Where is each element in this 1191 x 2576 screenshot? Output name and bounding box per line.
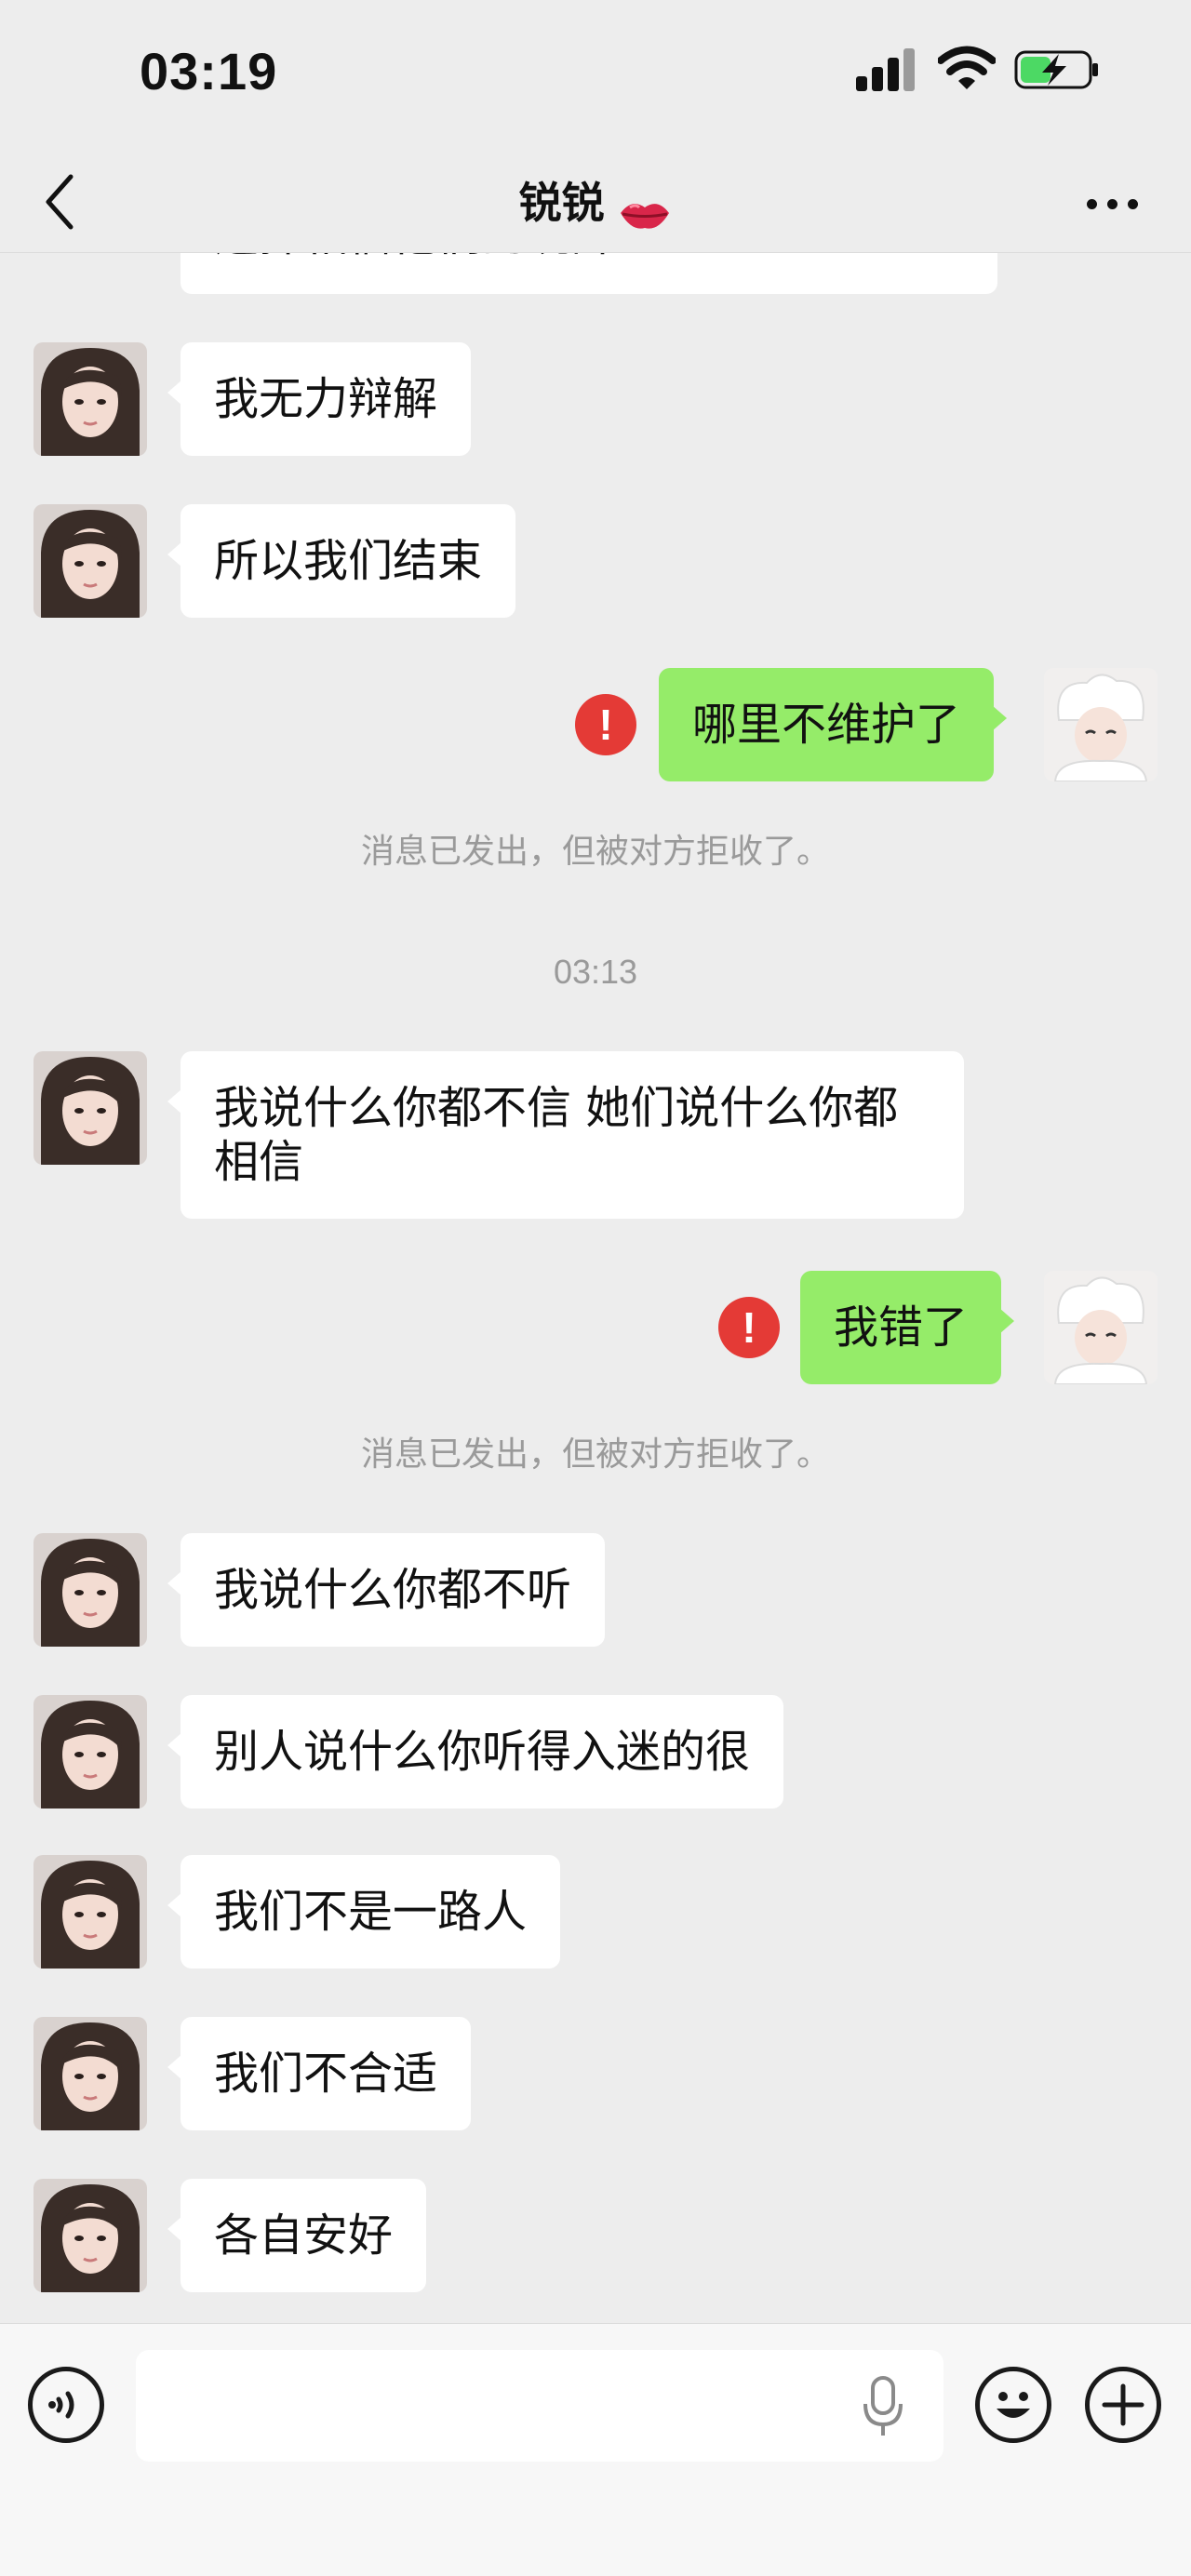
message-row: 我说什么你都不信 她们说什么你都 相信 bbox=[0, 1051, 1191, 1224]
my-avatar[interactable] bbox=[1044, 668, 1158, 781]
message-text: 我说什么你都不信 她们说什么你都 bbox=[214, 1082, 899, 1134]
smiley-icon[interactable] bbox=[975, 2367, 1051, 2443]
signal-icon bbox=[856, 48, 916, 91]
message-row: 我们不合适 bbox=[0, 2017, 1191, 2132]
chat-title: 锐锐 bbox=[518, 178, 605, 228]
message-text: 各自安好 bbox=[214, 2209, 394, 2262]
message-input[interactable] bbox=[136, 2350, 943, 2462]
message-row: ! 我错了 bbox=[0, 1271, 1191, 1386]
message-bubble[interactable]: 我们不是一路人 bbox=[167, 1855, 561, 1969]
message-row: 我无力辩解 bbox=[0, 342, 1191, 458]
message-bubble[interactable]: 我错了 bbox=[800, 1271, 1015, 1384]
input-bar bbox=[0, 2323, 1191, 2576]
chat-title-wrap: 锐锐 bbox=[0, 169, 1191, 234]
message-text: 别人说什么你听得入迷的很 bbox=[214, 1726, 751, 1778]
voice-toggle-icon[interactable] bbox=[28, 2367, 104, 2443]
plus-icon[interactable] bbox=[1085, 2367, 1161, 2443]
message-bubble[interactable]: 我说什么你都不听 bbox=[167, 1533, 606, 1647]
chat-header: 锐锐 bbox=[0, 149, 1191, 253]
kiss-lips-emoji-icon bbox=[620, 203, 669, 229]
message-row: 选择相信他们的说辞 bbox=[0, 253, 1191, 300]
message-row: 所以我们结束 bbox=[0, 504, 1191, 620]
contact-avatar[interactable] bbox=[33, 342, 147, 456]
system-notice: 消息已发出，但被对方拒收了。 bbox=[360, 1435, 830, 1474]
message-row: 我说什么你都不听 bbox=[0, 1533, 1191, 1648]
contact-avatar[interactable] bbox=[33, 1533, 147, 1647]
message-row: 各自安好 bbox=[0, 2179, 1191, 2294]
system-notice: 消息已发出，但被对方拒收了。 bbox=[360, 833, 830, 871]
wifi-icon bbox=[938, 46, 996, 89]
status-time: 03:19 bbox=[140, 42, 278, 100]
message-bubble[interactable]: 各自安好 bbox=[167, 2179, 427, 2292]
timestamp: 03:13 bbox=[553, 953, 638, 991]
message-row: ! 哪里不维护了 bbox=[0, 668, 1191, 783]
message-list[interactable]: 选择相信他们的说辞 我无力辩解 bbox=[0, 253, 1191, 2323]
message-text: 选择相信他们的说辞 bbox=[214, 253, 616, 261]
message-text: 相信 bbox=[214, 1136, 304, 1188]
message-bubble[interactable]: 我说什么你都不信 她们说什么你都 相信 bbox=[167, 1051, 964, 1219]
message-bubble[interactable]: 我无力辩解 bbox=[167, 342, 472, 456]
microphone-icon[interactable] bbox=[862, 2374, 904, 2439]
contact-avatar[interactable] bbox=[33, 1051, 147, 1165]
message-text: 所以我们结束 bbox=[214, 535, 483, 587]
my-avatar[interactable] bbox=[1044, 1271, 1158, 1384]
contact-avatar[interactable] bbox=[33, 504, 147, 618]
message-row: 别人说什么你听得入迷的很 bbox=[0, 1695, 1191, 1810]
message-row: 我们不是一路人 bbox=[0, 1855, 1191, 1970]
message-text: 我无力辩解 bbox=[214, 373, 438, 425]
contact-avatar[interactable] bbox=[33, 1695, 147, 1809]
message-bubble[interactable]: 别人说什么你听得入迷的很 bbox=[167, 1695, 784, 1809]
contact-avatar[interactable] bbox=[33, 1855, 147, 1969]
send-failed-icon[interactable]: ! bbox=[718, 1297, 780, 1358]
message-bubble[interactable]: 选择相信他们的说辞 bbox=[181, 253, 997, 294]
message-bubble[interactable]: 我们不合适 bbox=[167, 2017, 472, 2130]
message-text: 我们不合适 bbox=[214, 2048, 438, 2100]
more-dots-icon[interactable] bbox=[1079, 179, 1146, 225]
status-bar: 03:19 bbox=[0, 0, 1191, 149]
message-text: 哪里不维护了 bbox=[692, 699, 961, 751]
message-bubble[interactable]: 哪里不维护了 bbox=[659, 668, 1008, 781]
message-text: 我说什么你都不听 bbox=[214, 1564, 572, 1616]
contact-avatar[interactable] bbox=[33, 2179, 147, 2292]
message-bubble[interactable]: 所以我们结束 bbox=[167, 504, 516, 618]
message-text: 我错了 bbox=[834, 1301, 969, 1354]
battery-charging-icon bbox=[1014, 50, 1098, 89]
contact-avatar[interactable] bbox=[33, 2017, 147, 2130]
send-failed-icon[interactable]: ! bbox=[575, 694, 636, 755]
message-text: 我们不是一路人 bbox=[214, 1886, 528, 1938]
